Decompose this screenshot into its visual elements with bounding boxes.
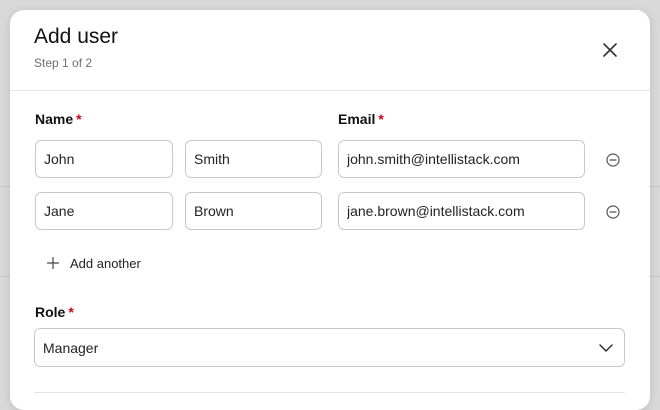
add-another-label: Add another [70,255,141,271]
last-name-input[interactable] [185,192,322,230]
email-input[interactable] [338,192,585,230]
email-label-text: Email [338,111,376,127]
minus-circle-icon [606,153,620,167]
remove-user-button[interactable] [605,204,621,220]
dialog-title: Add user [34,25,119,48]
footer-divider [34,392,625,393]
add-user-dialog: Add user Step 1 of 2 Name * Email * John… [10,10,650,410]
required-marker: * [378,111,384,127]
role-select-value: Manager [43,340,99,356]
chevron-down-icon [599,344,613,352]
email-input[interactable] [338,140,585,178]
name-label: Name * [35,111,82,127]
plus-icon [46,256,60,270]
required-marker: * [76,111,82,127]
dialog-step-indicator: Step 1 of 2 [34,56,93,70]
last-name-input[interactable] [185,140,322,178]
minus-circle-icon [606,205,620,219]
remove-user-button[interactable] [605,152,621,168]
name-label-text: Name [35,111,74,127]
first-name-input[interactable] [35,140,173,178]
role-label-text: Role [35,304,66,320]
role-label: Role * [35,304,74,320]
dialog-header: Add user Step 1 of 2 [10,10,650,91]
close-icon [603,43,617,57]
add-another-button[interactable]: Add another [46,252,141,274]
email-label: Email * [338,111,384,127]
required-marker: * [68,304,74,320]
close-button[interactable] [596,36,624,64]
first-name-input[interactable] [35,192,173,230]
role-select[interactable]: Manager [34,328,625,367]
